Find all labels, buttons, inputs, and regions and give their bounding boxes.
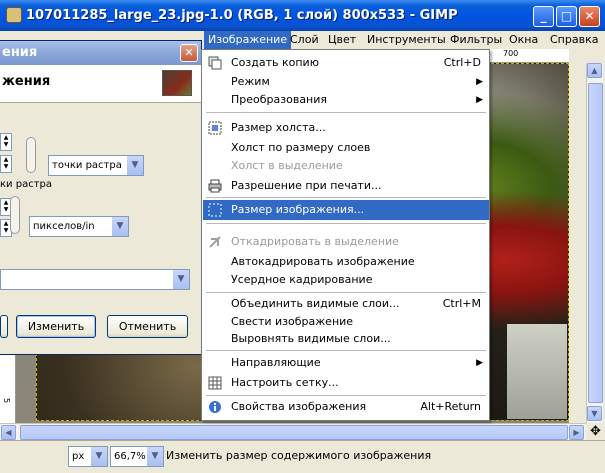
menu-layer[interactable]: Слой xyxy=(286,31,323,49)
dialog-title: ения xyxy=(2,45,38,60)
image-thumbnail xyxy=(162,70,192,96)
chain-link-icon[interactable] xyxy=(10,196,20,234)
menu-item-image-properties[interactable]: Свойства изображения Alt+Return xyxy=(203,397,489,417)
resolution-unit-value: пикселов/in xyxy=(33,221,95,232)
width-spinner[interactable]: ▲ ▼ xyxy=(0,133,12,151)
crop-icon xyxy=(208,235,222,249)
size-unit-select[interactable]: точки растра ▼ xyxy=(48,155,144,176)
scroll-down-icon[interactable]: ▼ xyxy=(587,406,602,421)
window-titlebar[interactable]: 107011285_large_23.jpg-1.0 (RGB, 1 слой)… xyxy=(0,0,605,31)
chevron-down-icon: ▼ xyxy=(147,447,163,466)
change-button[interactable]: Изменить xyxy=(16,315,96,338)
menu-item-fit-canvas-to-layers[interactable]: Холст по размеру слоев xyxy=(203,138,489,158)
menu-filters[interactable]: Фильтры xyxy=(446,31,506,49)
height-spinner[interactable]: ▲ ▼ xyxy=(0,155,12,173)
canvas-size-icon xyxy=(208,121,222,135)
chevron-down-icon: ▼ xyxy=(91,447,107,466)
menu-windows[interactable]: Окна xyxy=(505,31,542,49)
menu-item-align-visible-layers[interactable]: Выровнять видимые слои... xyxy=(203,329,489,349)
vertical-scrollbar[interactable]: ▲ ▼ xyxy=(586,63,603,423)
unit-select[interactable]: px ▼ xyxy=(68,446,108,467)
duplicate-icon xyxy=(208,56,222,70)
grid-icon xyxy=(208,376,222,390)
menu-item-configure-grid[interactable]: Настроить сетку... xyxy=(203,373,489,393)
resolution-unit-select[interactable]: пикселов/in ▼ xyxy=(29,216,129,237)
image-menu-dropdown: Создать копию Ctrl+D Режим ▶ Преобразова… xyxy=(201,49,490,421)
cancel-button[interactable]: Отменить xyxy=(107,315,188,338)
dialog-header-text: жения xyxy=(2,74,51,89)
menu-item-crop-to-selection[interactable]: Откадрировать в выделение xyxy=(203,232,489,252)
scale-image-icon xyxy=(208,203,222,217)
ruler-tick: 5 xyxy=(2,398,11,404)
menu-item-merge-visible-layers[interactable]: Объединить видимые слои... Ctrl+M xyxy=(203,294,489,314)
menu-item-duplicate[interactable]: Создать копию Ctrl+D xyxy=(203,53,489,73)
info-icon xyxy=(208,400,222,414)
unit-value: px xyxy=(72,451,85,462)
dialog-header: жения xyxy=(0,65,201,103)
image-cloth-detail xyxy=(507,324,567,419)
gimp-app-icon xyxy=(6,7,22,23)
size-unit-value: точки растра xyxy=(52,160,122,171)
menu-item-fit-canvas-to-selection[interactable]: Холст в выделение xyxy=(203,156,489,176)
scroll-up-icon[interactable]: ▲ xyxy=(587,63,602,78)
zoom-value: 66,7% xyxy=(114,451,146,462)
chevron-down-icon: ▼ xyxy=(127,156,143,175)
status-message: Изменить размер содержимого изображения xyxy=(166,449,432,462)
interpolation-select[interactable]: ▼ xyxy=(0,269,190,290)
zoom-select[interactable]: 66,7% ▼ xyxy=(110,446,164,467)
scroll-right-icon[interactable]: ▶ xyxy=(569,425,584,440)
resolution-label: ки растра xyxy=(0,179,52,190)
menu-item-scale-image[interactable]: Размер изображения... xyxy=(203,200,489,220)
menu-item-canvas-size[interactable]: Размер холста... xyxy=(203,118,489,138)
close-button[interactable]: ✕ xyxy=(579,6,600,27)
dialog-titlebar[interactable]: ения xyxy=(0,41,201,65)
chain-link-icon[interactable] xyxy=(26,137,36,173)
ruler-tick: 700 xyxy=(503,49,519,58)
chevron-down-icon: ▼ xyxy=(112,217,128,236)
submenu-arrow-icon: ▶ xyxy=(476,95,483,105)
menu-separator xyxy=(206,395,486,396)
horizontal-scrollbar[interactable]: ◀ ▶ xyxy=(0,423,586,440)
minimize-button[interactable]: _ xyxy=(533,6,554,27)
scale-image-dialog: ения ✕ жения ▲ ▼ ▲ ▼ точки растра ▼ ки рас… xyxy=(0,40,202,355)
menu-item-mode[interactable]: Режим ▶ xyxy=(203,72,489,92)
submenu-arrow-icon: ▶ xyxy=(476,77,483,87)
menu-help[interactable]: Справка xyxy=(546,31,602,49)
menubar: Изображение Слой Цвет Инструменты Фильтр… xyxy=(202,31,605,49)
menu-separator xyxy=(206,350,486,351)
menu-separator xyxy=(206,197,486,198)
submenu-arrow-icon: ▶ xyxy=(476,358,483,368)
menu-item-print-size[interactable]: Разрешение при печати... xyxy=(203,176,489,196)
dialog-close-button[interactable]: ✕ xyxy=(180,44,198,62)
menu-color[interactable]: Цвет xyxy=(324,31,360,49)
menu-item-zealous-crop[interactable]: Усердное кадрирование xyxy=(203,270,489,290)
menu-tools[interactable]: Инструменты xyxy=(363,31,450,49)
maximize-button[interactable]: □ xyxy=(556,6,577,27)
menu-item-autocrop[interactable]: Автокадрировать изображение xyxy=(203,252,489,272)
menu-separator xyxy=(206,292,486,293)
chevron-down-icon: ▼ xyxy=(173,270,189,289)
menu-item-guides[interactable]: Направляющие ▶ xyxy=(203,353,489,373)
window-title: 107011285_large_23.jpg-1.0 (RGB, 1 слой)… xyxy=(26,8,458,23)
scroll-left-icon[interactable]: ◀ xyxy=(1,425,16,440)
menu-separator xyxy=(206,223,486,224)
navigate-icon[interactable]: ✥ xyxy=(586,423,605,440)
print-resolution-icon xyxy=(208,179,222,193)
menu-image[interactable]: Изображение xyxy=(204,31,292,49)
help-button[interactable] xyxy=(0,315,8,338)
menu-item-transform[interactable]: Преобразования ▶ xyxy=(203,90,489,110)
status-bar: px ▼ 66,7% ▼ Изменить размер содержимого… xyxy=(0,440,605,473)
vertical-scroll-thumb[interactable] xyxy=(588,83,603,403)
menu-separator xyxy=(206,112,486,113)
horizontal-scroll-thumb[interactable] xyxy=(20,425,568,440)
